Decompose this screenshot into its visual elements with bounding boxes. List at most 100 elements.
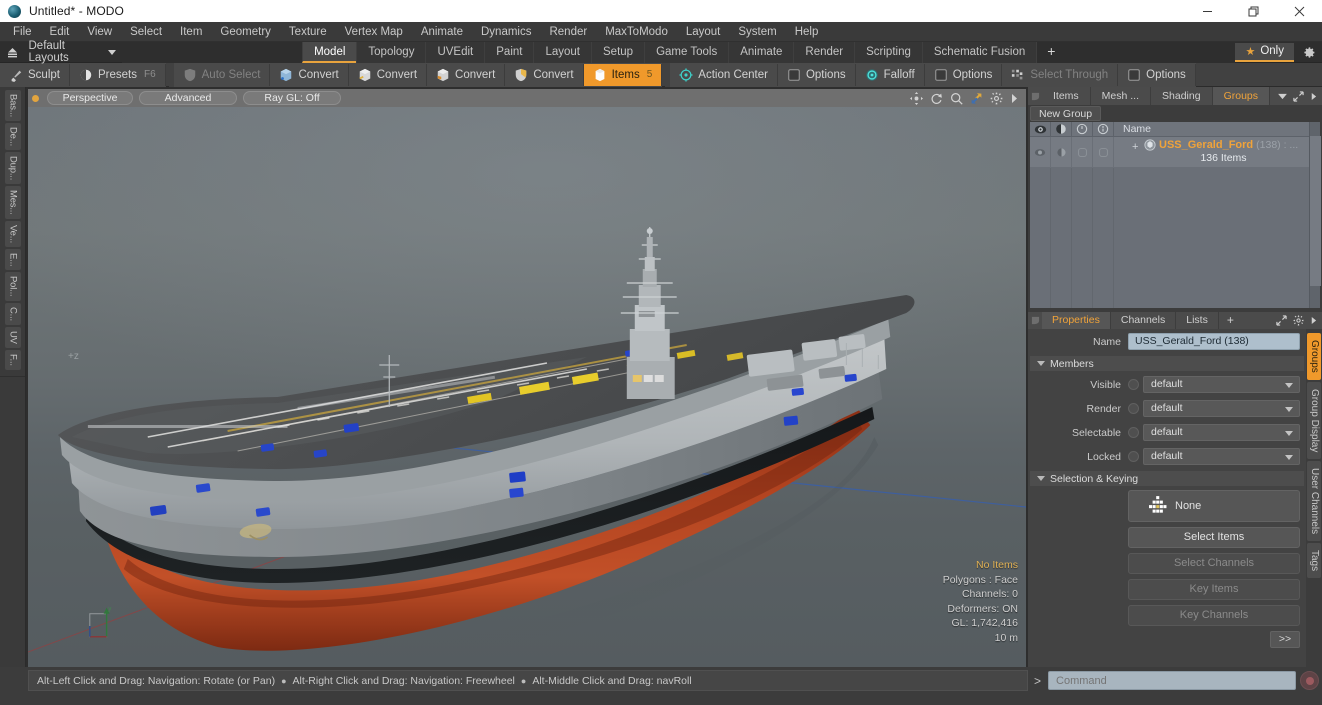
eye-icon[interactable] (1030, 122, 1051, 136)
home-layout-icon[interactable] (0, 46, 25, 59)
tab-groups[interactable]: Groups (1212, 87, 1271, 105)
chevron-right-icon[interactable] (1310, 316, 1317, 325)
row-render-toggle[interactable] (1051, 137, 1072, 168)
gear-icon[interactable] (1296, 46, 1322, 59)
side-tab-groups[interactable]: Groups (1307, 333, 1321, 380)
add-layout-tab-button[interactable]: + (1036, 41, 1066, 63)
side-tab-user-channels[interactable]: User Channels (1307, 461, 1321, 542)
layout-selector[interactable]: Default Layouts (25, 40, 123, 64)
chevron-right-icon[interactable] (1310, 92, 1317, 101)
convert-materials-button[interactable]: Convert (505, 63, 584, 86)
viewport-3d[interactable]: +z y No Items Polygons: Face Channels: … (28, 107, 1026, 667)
selection-set-button[interactable]: None (1128, 490, 1300, 522)
group-list-scrollbar[interactable] (1309, 122, 1321, 308)
selection-keying-section-header[interactable]: Selection & Keying (1030, 471, 1304, 486)
select-items-button[interactable]: Select Items (1128, 527, 1300, 548)
select-channels-button[interactable]: Select Channels (1128, 553, 1300, 574)
gear-icon[interactable] (1293, 315, 1304, 326)
tab-mesh-ops[interactable]: Mesh ... (1090, 87, 1152, 105)
pan-icon[interactable] (910, 91, 923, 105)
members-section-header[interactable]: Members (1030, 356, 1304, 371)
menu-item[interactable]: Item (171, 22, 211, 42)
only-toggle-button[interactable]: ★ Only (1235, 42, 1294, 62)
layout-tab-layout[interactable]: Layout (533, 41, 591, 63)
viewport-shading-selector[interactable]: Advanced (139, 91, 237, 105)
left-tab-polygon[interactable]: Pol... (4, 272, 21, 301)
panel-corner-icon[interactable] (1028, 87, 1042, 105)
left-tab-basic[interactable]: Bas... (4, 90, 21, 122)
left-tab-fusion[interactable]: F... (4, 349, 21, 370)
key-items-button[interactable]: Key Items (1128, 579, 1300, 600)
tab-properties[interactable]: Properties (1042, 312, 1111, 329)
select-through-button[interactable]: Select Through (1002, 63, 1119, 86)
close-icon[interactable] (1276, 0, 1322, 22)
new-group-button[interactable]: New Group (1030, 106, 1102, 121)
properties-corner-icon[interactable] (1028, 312, 1042, 329)
action-center-options-button[interactable]: Options (777, 63, 856, 86)
group-row-content[interactable]: + USS_Gerald_Ford (138) : ... 136 Items (1114, 137, 1309, 168)
name-field[interactable]: USS_Gerald_Ford (138) (1128, 333, 1300, 350)
convert-polygons-button[interactable]: Convert (427, 63, 506, 86)
key-channels-button[interactable]: Key Channels (1128, 605, 1300, 626)
add-properties-tab-button[interactable]: + (1219, 312, 1242, 329)
side-tab-tags[interactable]: Tags (1307, 543, 1321, 579)
menu-system[interactable]: System (729, 22, 785, 42)
layout-tab-scripting[interactable]: Scripting (854, 41, 922, 63)
layout-tab-render[interactable]: Render (793, 41, 855, 63)
chevron-right-icon[interactable] (1010, 93, 1018, 104)
tab-channels[interactable]: Channels (1111, 312, 1177, 329)
fit-icon[interactable] (970, 92, 983, 105)
falloff-options-button[interactable]: Options (924, 63, 1003, 86)
more-options-button[interactable]: >> (1270, 631, 1300, 648)
layout-tab-game-tools[interactable]: Game Tools (644, 41, 729, 63)
auto-select-button[interactable]: Auto Select (173, 63, 271, 86)
layout-tab-topology[interactable]: Topology (356, 41, 426, 63)
menu-view[interactable]: View (78, 22, 121, 42)
layout-tab-schematic-fusion[interactable]: Schematic Fusion (921, 41, 1037, 63)
gear-icon[interactable] (990, 92, 1003, 105)
render-dropdown[interactable]: default (1143, 400, 1300, 417)
menu-select[interactable]: Select (121, 22, 171, 42)
layout-tab-animate[interactable]: Animate (728, 41, 794, 63)
convert-edges-button[interactable]: Convert (348, 63, 428, 86)
menu-geometry[interactable]: Geometry (211, 22, 280, 42)
viewport-raygl-selector[interactable]: Ray GL: Off (243, 91, 341, 105)
locked-dropdown[interactable]: default (1143, 448, 1300, 465)
left-tab-edge[interactable]: E... (4, 249, 21, 271)
table-row[interactable]: + USS_Gerald_Ford (138) : ... 136 Items (1030, 137, 1309, 168)
left-tab-mesh[interactable]: Mes... (4, 186, 21, 219)
viewport-projection-selector[interactable]: Perspective (47, 91, 133, 105)
chevron-down-icon[interactable] (1278, 93, 1287, 100)
menu-help[interactable]: Help (786, 22, 828, 42)
menu-layout[interactable]: Layout (677, 22, 730, 42)
menu-vertex-map[interactable]: Vertex Map (336, 22, 412, 42)
layout-tab-setup[interactable]: Setup (591, 41, 645, 63)
selectable-checkbox[interactable] (1128, 427, 1139, 438)
menu-file[interactable]: File (4, 22, 41, 42)
command-input[interactable] (1048, 671, 1296, 690)
left-tab-curve[interactable]: C... (4, 302, 21, 325)
selectable-dropdown[interactable]: default (1143, 424, 1300, 441)
rotate-icon[interactable] (930, 92, 943, 105)
render-checkbox[interactable] (1128, 403, 1139, 414)
tab-shading[interactable]: Shading (1151, 87, 1213, 105)
action-center-button[interactable]: Action Center (670, 63, 778, 86)
record-icon[interactable] (1300, 671, 1319, 690)
lock-icon[interactable] (1072, 122, 1093, 136)
scrollbar-thumb[interactable] (1310, 136, 1321, 286)
plus-expand-icon[interactable]: + (1132, 142, 1138, 153)
minimize-icon[interactable] (1184, 0, 1230, 22)
tab-items[interactable]: Items (1042, 87, 1091, 105)
menu-animate[interactable]: Animate (412, 22, 472, 42)
restore-icon[interactable] (1230, 0, 1276, 22)
falloff-button[interactable]: Falloff (855, 63, 925, 86)
render-icon[interactable] (1051, 122, 1072, 136)
left-tab-vertex[interactable]: Ve... (4, 220, 21, 247)
row-eye-toggle[interactable] (1030, 137, 1051, 168)
left-tab-uv[interactable]: UV (4, 326, 21, 348)
tab-lists[interactable]: Lists (1176, 312, 1219, 329)
row-select-toggle[interactable] (1093, 137, 1114, 168)
row-lock-toggle[interactable] (1072, 137, 1093, 168)
presets-button[interactable]: Presets F6 (69, 63, 166, 86)
group-list[interactable]: Name + USS_Gerald_Ford (138): ... 136 I… (1030, 122, 1321, 308)
